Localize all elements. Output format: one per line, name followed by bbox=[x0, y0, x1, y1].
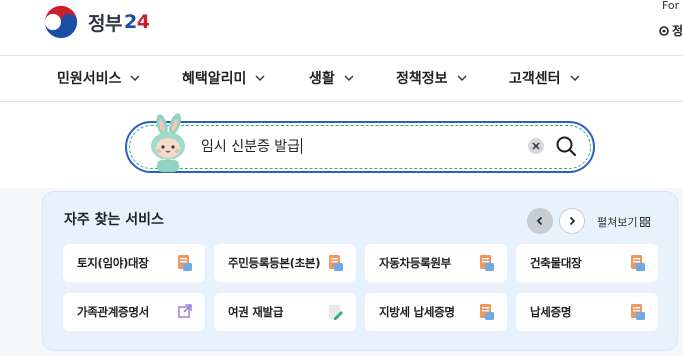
nav-label: 고객센터 bbox=[509, 71, 561, 87]
search-box[interactable] bbox=[125, 121, 595, 173]
card-label: 주민등록등본(초본) bbox=[228, 256, 321, 270]
nav-label: 생활 bbox=[309, 71, 335, 87]
service-card-building-register[interactable]: 건축물대장 bbox=[516, 244, 658, 282]
service-card-family-relation[interactable]: 가족관계증명서 bbox=[63, 293, 205, 331]
logo-wordmark: 정부 2 4 bbox=[88, 9, 150, 36]
search-icon[interactable] bbox=[554, 134, 578, 158]
util-menu-label: 정 bbox=[672, 24, 683, 38]
close-icon bbox=[532, 142, 540, 150]
external-link-icon bbox=[178, 304, 192, 318]
nav-civil-service[interactable]: 민원서비스 bbox=[57, 68, 141, 88]
nav-label: 민원서비스 bbox=[57, 71, 122, 87]
gov24-logo[interactable]: 정부 2 4 bbox=[42, 3, 150, 41]
nav-policy-info[interactable]: 정책정보 bbox=[396, 68, 468, 88]
service-card-tax-certificate[interactable]: 납세증명 bbox=[516, 293, 658, 331]
main-nav: 민원서비스 혜택알리미 생활 정책정보 고객센터 bbox=[0, 57, 683, 102]
chevron-down-icon bbox=[344, 75, 354, 81]
site-header: 정부 2 4 For 정 bbox=[0, 0, 683, 56]
nav-benefit-alert[interactable]: 혜택알리미 bbox=[182, 68, 266, 88]
service-card-local-tax-certificate[interactable]: 지방세 납세증명 bbox=[365, 293, 507, 331]
logo-text-4: 4 bbox=[136, 11, 150, 33]
chevron-right-icon bbox=[569, 216, 576, 226]
document-icon bbox=[631, 304, 645, 320]
nav-life[interactable]: 생활 bbox=[309, 68, 355, 88]
logo-text-2: 2 bbox=[123, 11, 137, 33]
document-icon bbox=[631, 255, 645, 271]
document-icon bbox=[329, 255, 343, 271]
card-label: 지방세 납세증명 bbox=[379, 305, 455, 319]
card-label: 토지(임야)대장 bbox=[77, 256, 149, 270]
edit-document-icon bbox=[329, 305, 343, 320]
nav-customer-center[interactable]: 고객센터 bbox=[509, 68, 581, 88]
next-button[interactable] bbox=[559, 208, 585, 234]
card-label: 가족관계증명서 bbox=[77, 305, 149, 319]
service-card-resident-register[interactable]: 주민등록등본(초본) bbox=[214, 244, 356, 282]
search-input[interactable]: 임시 신분증 발급 bbox=[201, 136, 303, 156]
grid-icon bbox=[640, 217, 651, 227]
chevron-down-icon bbox=[130, 75, 140, 81]
mascot-icon bbox=[151, 113, 185, 172]
chevron-down-icon bbox=[570, 75, 580, 81]
taegeuk-logo-icon bbox=[44, 5, 78, 39]
document-icon bbox=[178, 255, 192, 271]
clear-search-button[interactable] bbox=[528, 138, 544, 154]
panel-title: 자주 찾는 서비스 bbox=[64, 212, 164, 228]
logo-text-main: 정부 bbox=[88, 12, 122, 35]
chevron-down-icon bbox=[255, 75, 265, 81]
card-label: 건축물대장 bbox=[530, 256, 582, 270]
card-label: 자동차등록원부 bbox=[379, 256, 451, 270]
nav-label: 정책정보 bbox=[396, 71, 448, 87]
service-card-passport-reissue[interactable]: 여권 재발급 bbox=[214, 293, 356, 331]
expand-all-button[interactable]: 펼쳐보기 bbox=[597, 214, 651, 230]
text-cursor bbox=[301, 138, 303, 154]
chevron-left-icon bbox=[536, 216, 543, 226]
service-card-land-register[interactable]: 토지(임야)대장 bbox=[63, 244, 205, 282]
card-label: 납세증명 bbox=[530, 305, 572, 319]
service-card-vehicle-register[interactable]: 자동차등록원부 bbox=[365, 244, 507, 282]
foreign-language-link[interactable]: For bbox=[662, 0, 679, 12]
search-input-value: 임시 신분증 발급 bbox=[201, 139, 301, 155]
nav-label: 혜택알리미 bbox=[182, 71, 247, 87]
util-menu-item[interactable]: 정 bbox=[658, 22, 683, 39]
document-icon bbox=[480, 304, 494, 320]
card-label: 여권 재발급 bbox=[228, 305, 284, 319]
document-icon bbox=[480, 255, 494, 271]
prev-button[interactable] bbox=[527, 208, 553, 234]
chevron-down-icon bbox=[457, 75, 467, 81]
expand-label: 펼쳐보기 bbox=[597, 216, 638, 229]
gear-icon bbox=[659, 25, 669, 36]
